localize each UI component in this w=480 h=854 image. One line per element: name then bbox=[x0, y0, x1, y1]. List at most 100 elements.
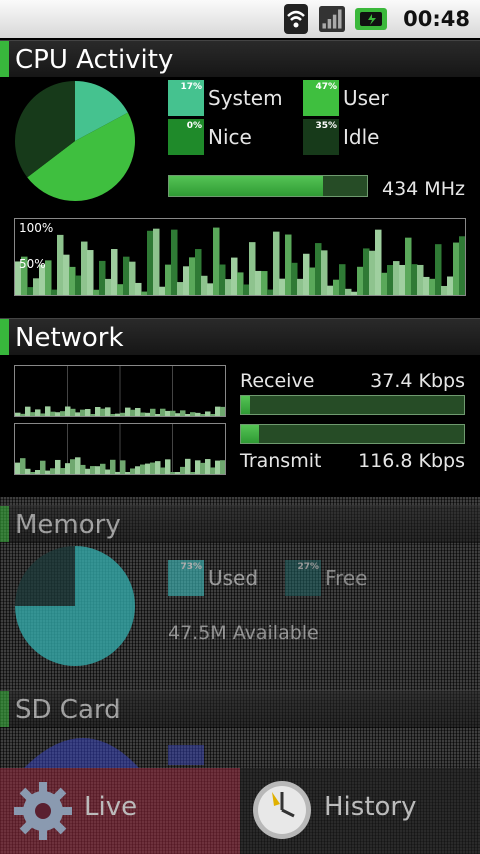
cpu-title: CPU Activity bbox=[15, 45, 174, 75]
history-bar bbox=[237, 272, 244, 295]
history-bar bbox=[177, 282, 184, 295]
transmit-bar bbox=[240, 424, 465, 444]
history-bar bbox=[171, 229, 178, 295]
history-bar bbox=[261, 271, 268, 295]
history-bar bbox=[291, 262, 298, 295]
history-bar bbox=[375, 229, 382, 295]
memory-title: Memory bbox=[15, 510, 121, 540]
history-bar bbox=[210, 467, 216, 474]
battery-charging-icon bbox=[355, 6, 389, 32]
history-bar bbox=[160, 408, 166, 416]
receive-label: Receive bbox=[240, 370, 315, 392]
history-bar bbox=[90, 414, 96, 416]
history-bar bbox=[120, 412, 126, 416]
history-bar bbox=[155, 461, 161, 474]
history-bar bbox=[180, 410, 186, 416]
history-bar bbox=[110, 414, 116, 416]
tab-live[interactable]: Live bbox=[0, 768, 240, 854]
wifi-icon bbox=[283, 4, 309, 34]
history-bar bbox=[411, 264, 418, 295]
history-bar bbox=[369, 250, 376, 295]
network-section-header: Network bbox=[0, 318, 480, 356]
history-bar bbox=[93, 289, 100, 295]
legend-used: 73% Used bbox=[168, 560, 258, 596]
clock-icon bbox=[253, 781, 311, 839]
history-bar bbox=[160, 467, 166, 474]
history-bar bbox=[60, 411, 66, 416]
history-bar bbox=[35, 409, 41, 416]
receive-value: 37.4 Kbps bbox=[370, 370, 465, 392]
history-bar bbox=[55, 459, 61, 474]
history-bar bbox=[231, 257, 238, 295]
section-accent bbox=[0, 319, 9, 355]
history-bar bbox=[285, 234, 292, 295]
history-bar bbox=[435, 244, 442, 295]
history-bar bbox=[195, 249, 202, 295]
history-bar bbox=[85, 409, 91, 416]
transmit-bar-fill bbox=[241, 425, 259, 443]
history-bar bbox=[123, 256, 130, 295]
history-bar bbox=[345, 288, 352, 295]
history-bar bbox=[315, 243, 322, 295]
history-bar bbox=[130, 468, 136, 474]
history-bar bbox=[75, 275, 82, 295]
history-bar bbox=[75, 457, 81, 474]
history-bar bbox=[170, 410, 176, 416]
cpu-history-graph: 100% 50% bbox=[14, 218, 466, 296]
history-bar bbox=[95, 407, 101, 416]
history-bar bbox=[33, 278, 40, 295]
history-bar bbox=[45, 470, 51, 474]
history-bar bbox=[65, 406, 71, 416]
history-bar bbox=[213, 227, 220, 295]
history-bar bbox=[25, 406, 31, 416]
history-bar bbox=[165, 410, 171, 416]
history-bar bbox=[190, 472, 196, 474]
status-bar: 00:48 bbox=[0, 0, 480, 38]
graph-label-100: 100% bbox=[19, 221, 54, 235]
history-bar bbox=[357, 266, 364, 295]
history-bar bbox=[135, 466, 141, 474]
history-bar bbox=[105, 278, 112, 295]
history-bar bbox=[339, 264, 346, 295]
history-bar bbox=[175, 472, 181, 474]
history-bar bbox=[125, 407, 131, 416]
history-bar bbox=[135, 282, 142, 295]
history-bar bbox=[255, 270, 262, 295]
tab-history[interactable]: History bbox=[240, 768, 480, 854]
history-bar bbox=[130, 409, 136, 416]
legend-free: 27% Free bbox=[285, 560, 367, 596]
legend-idle-label: Idle bbox=[343, 125, 380, 149]
history-bar bbox=[297, 278, 304, 295]
history-bar bbox=[145, 463, 151, 474]
history-bar bbox=[25, 468, 31, 474]
tab-history-label: History bbox=[324, 792, 417, 822]
history-bar bbox=[219, 264, 226, 295]
history-bar bbox=[185, 414, 191, 416]
history-bar bbox=[141, 291, 148, 295]
cpu-frequency-fill bbox=[169, 176, 324, 196]
legend-used-label: Used bbox=[208, 566, 259, 590]
history-bar bbox=[195, 412, 201, 416]
history-bar bbox=[220, 406, 225, 416]
history-bar bbox=[155, 414, 161, 416]
history-bar bbox=[429, 278, 436, 295]
sdcard-title: SD Card bbox=[15, 695, 121, 725]
history-bar bbox=[105, 407, 111, 416]
history-bar bbox=[105, 469, 111, 474]
history-bar bbox=[399, 264, 406, 295]
history-bar bbox=[333, 279, 340, 295]
memory-section-header: Memory bbox=[0, 505, 480, 543]
sdcard-section-header: SD Card bbox=[0, 690, 480, 728]
history-bar bbox=[210, 414, 216, 416]
history-bar bbox=[140, 464, 146, 474]
history-bar bbox=[279, 278, 286, 295]
history-bar bbox=[20, 458, 26, 474]
transmit-graph bbox=[14, 423, 226, 475]
history-bar bbox=[51, 289, 58, 295]
history-bar bbox=[90, 466, 96, 474]
history-bar bbox=[351, 291, 358, 295]
graph-label-50: 50% bbox=[19, 257, 46, 271]
history-bar bbox=[55, 412, 61, 416]
sdcard-pie-partial bbox=[24, 738, 139, 768]
history-bar bbox=[405, 237, 412, 295]
